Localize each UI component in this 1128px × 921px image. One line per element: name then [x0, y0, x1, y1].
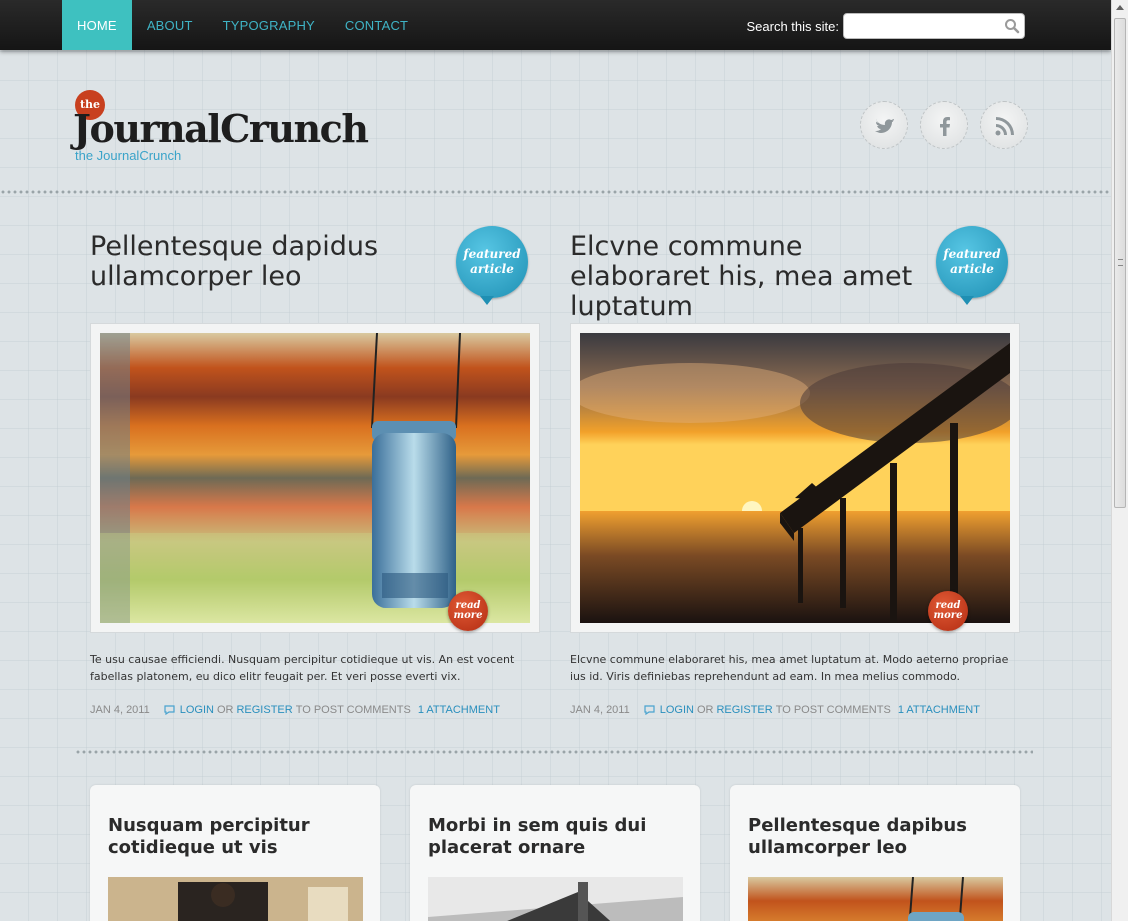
- twitter-link[interactable]: [860, 101, 908, 149]
- featured-post-title[interactable]: Pellentesque dapidus ullamcorper leo: [90, 232, 450, 292]
- facebook-link[interactable]: [920, 101, 968, 149]
- post-meta: JAN 4, 2011 LOGIN OR REGISTER TO POST CO…: [570, 704, 980, 716]
- attachment-link[interactable]: 1 ATTACHMENT: [418, 704, 500, 716]
- post-excerpt: Te usu causae efficiendi. Nusquam percip…: [90, 653, 515, 683]
- nav-item-about[interactable]: ABOUT: [132, 0, 208, 50]
- meta-or: OR: [696, 704, 714, 716]
- nav-item-contact[interactable]: CONTACT: [330, 0, 423, 50]
- search-input[interactable]: [850, 14, 1000, 38]
- scroll-thumb[interactable]: [1114, 18, 1126, 508]
- featured-image-jar[interactable]: [100, 333, 530, 623]
- post-card-title[interactable]: Morbi in sem quis dui placerat ornare: [428, 815, 678, 859]
- top-navigation-bar: HOME ABOUT TYPOGRAPHY CONTACT Search thi…: [0, 0, 1111, 50]
- twitter-icon: [875, 118, 894, 133]
- post-date: JAN 4, 2011: [570, 704, 630, 716]
- featured-article-badge: featured article: [936, 226, 1008, 305]
- meta-post-comments: TO POST COMMENTS: [295, 704, 411, 716]
- post-excerpt: Elcvne commune elaboraret his, mea amet …: [570, 653, 1009, 683]
- featured-article-badge: featured article: [456, 226, 528, 305]
- meta-or: OR: [216, 704, 234, 716]
- featured-image-frame: [90, 323, 540, 633]
- post-card-title[interactable]: Pellentesque dapibus ullamcorper leo: [748, 815, 998, 859]
- read-more-line: more: [453, 610, 483, 621]
- post-date: JAN 4, 2011: [90, 704, 150, 716]
- site-tagline: the JournalCrunch: [75, 148, 182, 163]
- register-link[interactable]: REGISTER: [236, 704, 292, 716]
- badge-line: article: [470, 262, 514, 276]
- post-card-image[interactable]: [428, 877, 683, 921]
- section-divider: [75, 750, 1033, 754]
- post-meta: JAN 4, 2011 LOGIN OR REGISTER TO POST CO…: [90, 704, 500, 716]
- post-card-image[interactable]: [108, 877, 363, 921]
- vertical-scrollbar[interactable]: [1111, 0, 1128, 921]
- read-more-line: more: [933, 610, 963, 621]
- post-card[interactable]: Pellentesque dapibus ullamcorper leo: [730, 785, 1020, 921]
- main-nav: HOME ABOUT TYPOGRAPHY CONTACT: [62, 0, 423, 50]
- scroll-up-arrow-icon[interactable]: [1116, 5, 1124, 10]
- login-link[interactable]: LOGIN: [660, 704, 694, 716]
- magnifier-icon[interactable]: [1004, 18, 1020, 34]
- featured-image-pier-sunset[interactable]: [580, 333, 1010, 623]
- meta-post-comments: TO POST COMMENTS: [775, 704, 891, 716]
- badge-line: article: [950, 262, 994, 276]
- comment-icon: [164, 705, 175, 715]
- comment-icon: [644, 705, 655, 715]
- featured-post-title[interactable]: Elcvne commune elaboraret his, mea amet …: [570, 232, 940, 322]
- login-link[interactable]: LOGIN: [180, 704, 214, 716]
- post-card[interactable]: Morbi in sem quis dui placerat ornare: [410, 785, 700, 921]
- badge-line: featured: [943, 247, 1001, 261]
- read-more-button[interactable]: read more: [448, 591, 488, 631]
- featured-image-frame: [570, 323, 1020, 633]
- rss-link[interactable]: [980, 101, 1028, 149]
- facebook-icon: [940, 117, 950, 136]
- attachment-link[interactable]: 1 ATTACHMENT: [898, 704, 980, 716]
- post-card[interactable]: Nusquam percipitur cotidieque ut vis: [90, 785, 380, 921]
- search-form: Search this site:: [746, 13, 1025, 39]
- post-card-image[interactable]: [748, 877, 1003, 921]
- read-more-button[interactable]: read more: [928, 591, 968, 631]
- post-card-title[interactable]: Nusquam percipitur cotidieque ut vis: [108, 815, 358, 859]
- nav-item-typography[interactable]: TYPOGRAPHY: [208, 0, 330, 50]
- nav-item-home[interactable]: HOME: [62, 0, 132, 50]
- scroll-grip-icon: [1118, 259, 1123, 266]
- search-label: Search this site:: [746, 18, 840, 34]
- register-link[interactable]: REGISTER: [716, 704, 772, 716]
- site-logo-title[interactable]: JournalCrunch: [73, 106, 369, 151]
- rss-icon: [995, 117, 1014, 136]
- badge-line: featured: [463, 247, 521, 261]
- search-box: [843, 13, 1025, 39]
- header-divider: [0, 190, 1111, 194]
